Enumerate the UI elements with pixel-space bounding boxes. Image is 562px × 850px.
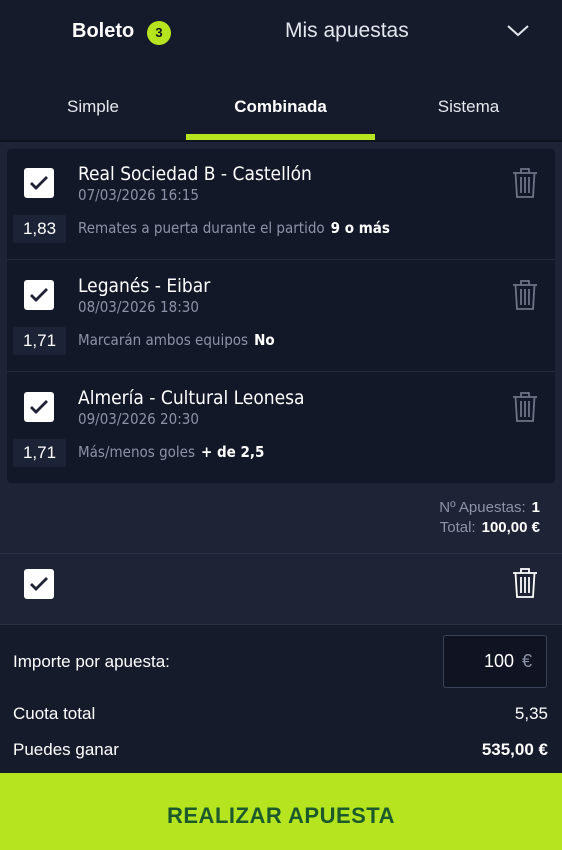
bet-item: Real Sociedad B - Castellón 07/03/2026 1… [7,149,555,260]
bet-selection: 9 o más [330,219,390,237]
tabs-divider [0,140,562,142]
bet-match: Real Sociedad B - Castellón [78,163,312,185]
bet-checkbox[interactable] [24,168,54,198]
my-bets-link[interactable]: Mis apuestas [285,19,409,43]
bet-market-label: Remates a puerta durante el partido [78,219,325,237]
bet-date: 07/03/2026 16:15 [78,186,199,204]
bet-market-label: Marcarán ambos equipos [78,331,249,349]
bet-selection: + de 2,5 [200,443,265,461]
stake-panel: Importe por apuesta: 100 € Cuota total 5,… [0,625,562,773]
trash-icon[interactable] [511,167,539,199]
checkmark-icon [30,400,48,414]
bet-odds: 1,71 [13,439,66,467]
bet-date: 08/03/2026 18:30 [78,298,199,316]
chevron-down-icon[interactable] [505,22,531,40]
bet-match: Almería - Cultural Leonesa [78,387,305,409]
trash-icon[interactable] [511,391,539,423]
select-all-row [0,553,562,625]
bet-market-label: Más/menos goles [78,443,195,461]
delete-all-trash-icon[interactable] [511,567,539,599]
bet-slip-header: Boleto 3 Mis apuestas [0,0,562,72]
bet-market: Más/menos goles + de 2,5 [78,443,264,461]
num-bets-summary: Nº Apuestas: 1 [439,499,540,516]
total-summary: Total: 100,00 € [440,519,540,536]
total-odds-label: Cuota total [13,704,96,723]
bet-market: Remates a puerta durante el partido 9 o m… [78,219,390,237]
potential-win-value: 535,00 € [481,740,548,759]
num-bets-value: 1 [531,499,540,516]
total-odds-value: 5,35 [514,704,548,723]
tab-sistema[interactable]: Sistema [375,72,562,142]
bet-odds: 1,83 [13,215,66,243]
bet-selection: No [254,331,275,349]
place-bet-button[interactable]: REALIZAR APUESTA [0,773,562,850]
total-label: Total: [439,519,476,536]
stake-amount[interactable]: 100 € [484,651,532,672]
stake-label: Importe por apuesta: [13,652,170,671]
checkmark-icon [30,577,48,591]
total-value: 100,00 € [481,519,540,536]
tab-simple[interactable]: Simple [0,72,186,142]
num-bets-label: Nº Apuestas: [439,499,526,516]
bet-checkbox[interactable] [24,392,54,422]
potential-win-label: Puedes ganar [13,740,119,759]
bet-market: Marcarán ambos equipos No [78,331,275,349]
trash-icon[interactable] [511,279,539,311]
tab-combinada[interactable]: Combinada [186,72,375,142]
checkmark-icon [30,176,48,190]
stake-value: 100 [483,651,514,671]
bet-count-badge: 3 [147,21,171,45]
select-all-checkbox[interactable] [24,569,54,599]
stake-input[interactable]: 100 € [443,635,547,688]
checkmark-icon [30,288,48,302]
bet-list: Real Sociedad B - Castellón 07/03/2026 1… [7,149,555,483]
bet-item: Almería - Cultural Leonesa 09/03/2026 20… [7,373,555,484]
bet-slip-title[interactable]: Boleto [72,20,134,43]
bet-match: Leganés - Eibar [78,275,211,297]
bet-date: 09/03/2026 20:30 [78,410,199,428]
stake-currency: € [521,651,532,671]
bet-item: Leganés - Eibar 08/03/2026 18:30 1,71 Ma… [7,261,555,372]
bet-odds: 1,71 [13,327,66,355]
bet-checkbox[interactable] [24,280,54,310]
bet-type-tabs: Simple Combinada Sistema [0,72,562,142]
